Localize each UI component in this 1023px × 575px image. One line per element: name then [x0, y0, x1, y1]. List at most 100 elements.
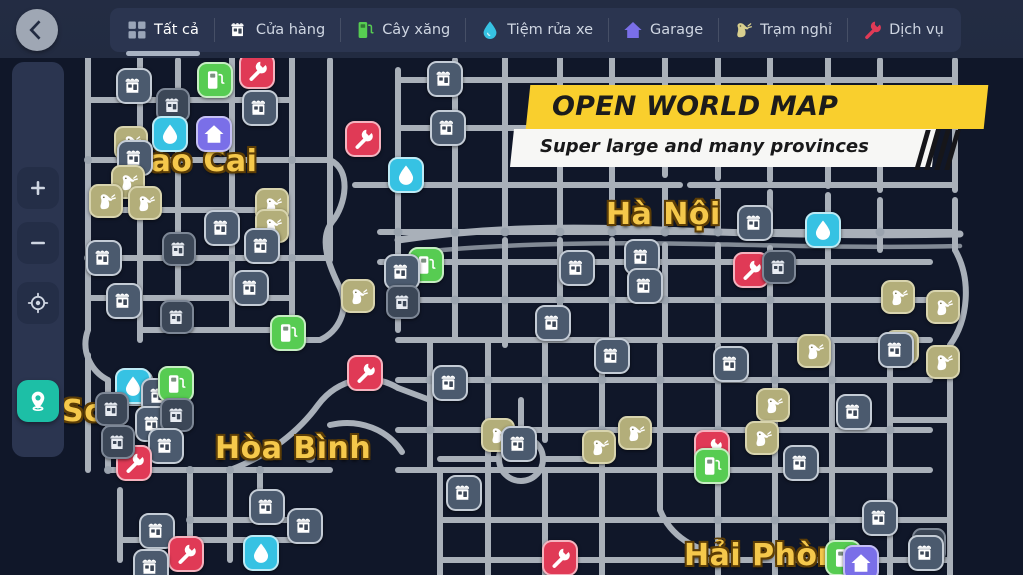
- poi-marker-fuel[interactable]: [270, 315, 306, 351]
- grid-icon: [127, 20, 147, 40]
- poi-marker-shop[interactable]: [432, 365, 468, 401]
- poi-marker-rest[interactable]: [926, 345, 960, 379]
- poi-marker-gar[interactable]: [196, 116, 232, 152]
- poi-marker-wash[interactable]: [152, 116, 188, 152]
- tab-2[interactable]: Cây xăng: [340, 8, 465, 52]
- poi-marker-shop2[interactable]: [160, 398, 194, 432]
- poi-marker-fuel[interactable]: [158, 366, 194, 402]
- poi-marker-serv[interactable]: [347, 355, 383, 391]
- poi-marker-shop[interactable]: [287, 508, 323, 544]
- rest-stop-icon: [96, 191, 117, 212]
- shop-icon: [167, 405, 188, 426]
- poi-marker-serv[interactable]: [345, 121, 381, 157]
- poi-marker-serv[interactable]: [542, 540, 578, 575]
- shop-icon: [169, 239, 190, 260]
- tab-4[interactable]: Garage: [608, 8, 718, 52]
- poi-marker-fuel[interactable]: [197, 62, 233, 98]
- poi-marker-gar[interactable]: [843, 545, 879, 575]
- poi-marker-shop[interactable]: [244, 228, 280, 264]
- poi-marker-shop[interactable]: [242, 90, 278, 126]
- map-screen: Lào CaiHà NộiSơn LaHòa BìnhHải Phòng: [0, 0, 1023, 575]
- poi-marker-shop[interactable]: [862, 500, 898, 536]
- poi-marker-serv[interactable]: [239, 53, 275, 89]
- tab-5[interactable]: Trạm nghỉ: [718, 8, 847, 52]
- poi-marker-serv[interactable]: [168, 536, 204, 572]
- poi-marker-shop[interactable]: [908, 535, 944, 571]
- poi-marker-shop[interactable]: [204, 210, 240, 246]
- poi-marker-shop[interactable]: [427, 61, 463, 97]
- poi-marker-rest[interactable]: [756, 388, 790, 422]
- shop-icon: [391, 261, 413, 283]
- poi-marker-shop[interactable]: [535, 305, 571, 341]
- poi-marker-shop[interactable]: [713, 346, 749, 382]
- shop-icon: [155, 435, 177, 457]
- poi-marker-shop2[interactable]: [95, 392, 129, 426]
- poi-marker-wash[interactable]: [805, 212, 841, 248]
- poi-marker-shop2[interactable]: [386, 285, 420, 319]
- water-drop-icon: [812, 219, 834, 241]
- poi-marker-rest[interactable]: [797, 334, 831, 368]
- poi-marker-shop2[interactable]: [762, 250, 796, 284]
- poi-marker-shop[interactable]: [836, 394, 872, 430]
- poi-marker-rest[interactable]: [881, 280, 915, 314]
- shop-icon: [720, 353, 742, 375]
- poi-marker-shop[interactable]: [133, 549, 169, 575]
- poi-marker-shop[interactable]: [249, 489, 285, 525]
- poi-marker-shop[interactable]: [446, 475, 482, 511]
- poi-marker-rest[interactable]: [89, 184, 123, 218]
- zoom-in-button[interactable]: [17, 167, 59, 209]
- poi-marker-shop[interactable]: [430, 110, 466, 146]
- poi-marker-shop[interactable]: [86, 240, 122, 276]
- map-canvas[interactable]: Lào CaiHà NộiSơn LaHòa BìnhHải Phòng: [0, 0, 1023, 575]
- shop-icon: [439, 372, 461, 394]
- category-tab-strip[interactable]: Tất cả Cửa hàng Cây xăng Tiệm rửa xe Gar…: [110, 8, 961, 52]
- shop-icon: [294, 515, 316, 537]
- shop-icon: [251, 235, 273, 257]
- poi-marker-shop[interactable]: [106, 283, 142, 319]
- wrench-icon: [862, 20, 882, 40]
- shop-icon: [163, 95, 184, 116]
- poi-marker-shop[interactable]: [737, 205, 773, 241]
- poi-marker-rest[interactable]: [341, 279, 375, 313]
- poi-marker-shop[interactable]: [148, 428, 184, 464]
- poi-marker-shop[interactable]: [627, 268, 663, 304]
- shop-icon: [102, 399, 123, 420]
- poi-marker-shop[interactable]: [783, 445, 819, 481]
- shop-icon: [508, 433, 530, 455]
- poi-marker-shop2[interactable]: [162, 232, 196, 266]
- water-drop-icon: [250, 542, 272, 564]
- wrench-icon: [549, 547, 571, 569]
- zoom-out-button[interactable]: [17, 222, 59, 264]
- tab-label: Cây xăng: [382, 22, 450, 38]
- poi-marker-shop[interactable]: [116, 68, 152, 104]
- poi-marker-rest[interactable]: [582, 430, 616, 464]
- poi-marker-wash[interactable]: [243, 535, 279, 571]
- grid-icon: [127, 20, 147, 40]
- poi-marker-fuel[interactable]: [694, 448, 730, 484]
- poi-marker-rest[interactable]: [128, 186, 162, 220]
- poi-marker-rest[interactable]: [745, 421, 779, 455]
- poi-marker-shop[interactable]: [878, 332, 914, 368]
- tab-0[interactable]: Tất cả: [112, 8, 214, 52]
- tab-label: Tiệm rửa xe: [507, 22, 593, 38]
- tab-1[interactable]: Cửa hàng: [214, 8, 340, 52]
- poi-marker-rest[interactable]: [926, 290, 960, 324]
- fuel-pump-icon: [355, 20, 375, 40]
- tab-label: Trạm nghỉ: [760, 22, 832, 38]
- poi-marker-shop2[interactable]: [101, 425, 135, 459]
- poi-marker-shop[interactable]: [559, 250, 595, 286]
- shop-icon: [146, 520, 168, 542]
- shop-icon: [885, 339, 907, 361]
- tab-6[interactable]: Dịch vụ: [847, 8, 959, 52]
- poi-marker-shop[interactable]: [501, 426, 537, 462]
- poi-marker-shop[interactable]: [233, 270, 269, 306]
- water-drop-icon: [480, 20, 500, 40]
- poi-marker-shop2[interactable]: [160, 300, 194, 334]
- poi-marker-wash[interactable]: [388, 157, 424, 193]
- tab-3[interactable]: Tiệm rửa xe: [465, 8, 608, 52]
- back-button[interactable]: [16, 9, 58, 51]
- poi-marker-rest[interactable]: [618, 416, 652, 450]
- locate-me-button[interactable]: [17, 380, 59, 422]
- recenter-button[interactable]: [17, 282, 59, 324]
- poi-marker-shop[interactable]: [594, 338, 630, 374]
